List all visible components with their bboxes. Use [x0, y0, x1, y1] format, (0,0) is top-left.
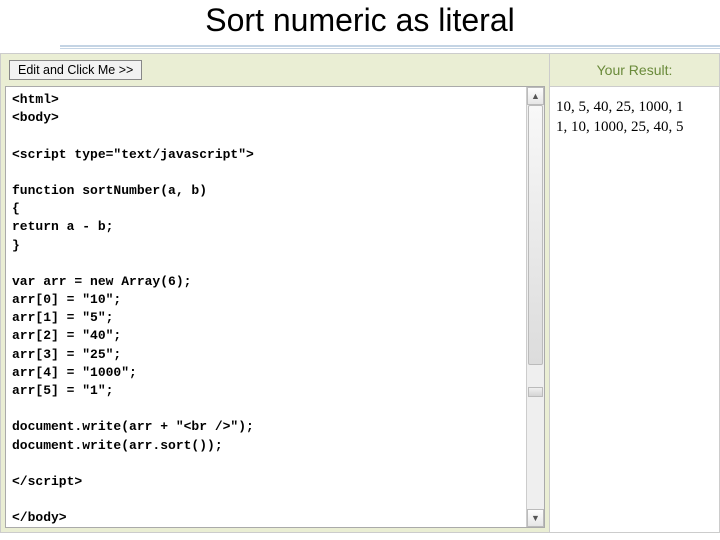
- toolbar: Edit and Click Me >>: [1, 54, 549, 84]
- page-title: Sort numeric as literal: [0, 0, 720, 45]
- vertical-scrollbar[interactable]: ▲ ▼: [526, 87, 544, 527]
- result-pane: Your Result: 10, 5, 40, 25, 1000, 1 1, 1…: [549, 54, 719, 532]
- editor-container: ▲ ▼: [5, 86, 545, 528]
- run-button[interactable]: Edit and Click Me >>: [9, 60, 142, 80]
- workspace: Edit and Click Me >> ▲ ▼ Your Result: 10…: [0, 53, 720, 533]
- editor-pane: Edit and Click Me >> ▲ ▼: [1, 54, 549, 532]
- scroll-grip[interactable]: [528, 387, 543, 397]
- title-divider: [60, 45, 720, 49]
- scroll-thumb[interactable]: [528, 105, 543, 365]
- result-output: 10, 5, 40, 25, 1000, 1 1, 10, 1000, 25, …: [550, 87, 719, 532]
- code-editor[interactable]: [6, 87, 526, 527]
- result-line-1: 10, 5, 40, 25, 1000, 1: [556, 97, 713, 117]
- result-line-2: 1, 10, 1000, 25, 40, 5: [556, 117, 713, 137]
- result-header: Your Result:: [550, 54, 719, 87]
- scroll-down-arrow-icon[interactable]: ▼: [527, 509, 544, 527]
- scroll-up-arrow-icon[interactable]: ▲: [527, 87, 544, 105]
